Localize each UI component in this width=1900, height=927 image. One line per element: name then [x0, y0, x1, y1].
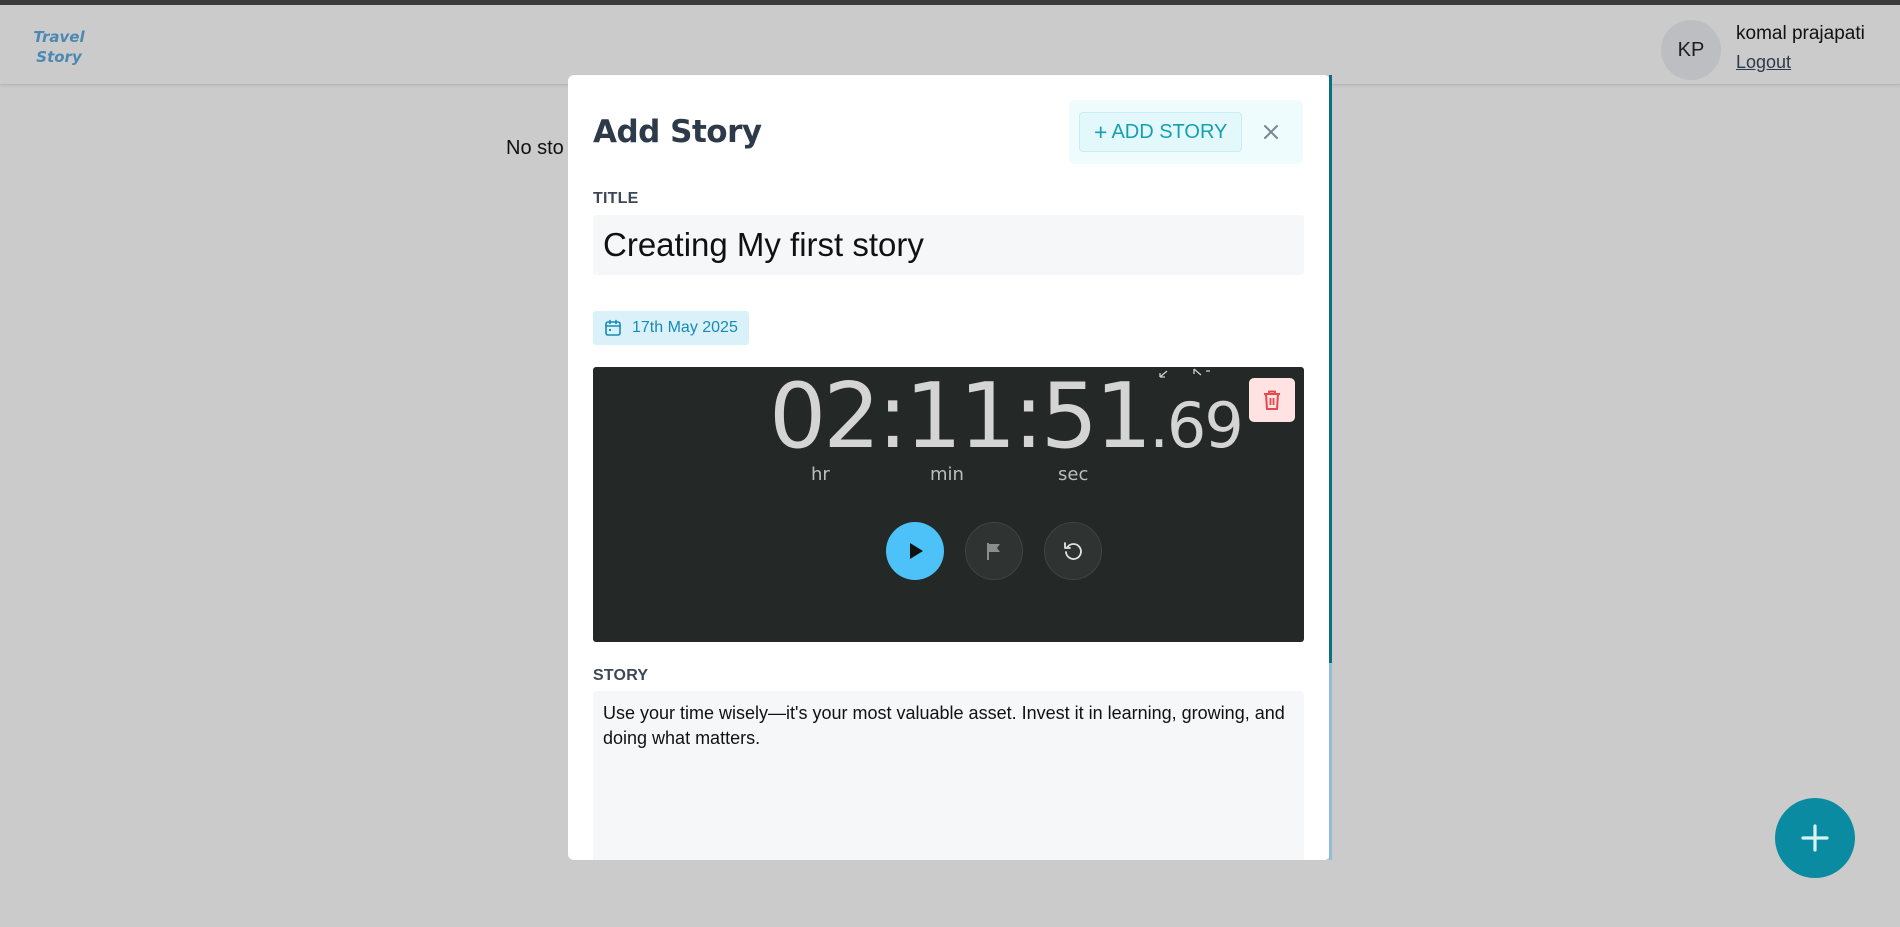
- empty-state-text: No sto: [506, 137, 564, 159]
- modal-actions: + ADD STORY: [1069, 100, 1303, 164]
- plus-icon: [1801, 824, 1829, 852]
- date-picker-button[interactable]: 17th May 2025: [593, 311, 749, 345]
- add-story-modal: Add Story + ADD STORY TITLE 17th May 202…: [568, 75, 1330, 860]
- stopwatch-fraction: .69: [1149, 389, 1244, 462]
- date-value: 17th May 2025: [632, 319, 738, 336]
- logo-line-2: Story: [36, 48, 82, 66]
- timer-label-min: min: [930, 464, 964, 485]
- timer-label-hr: hr: [811, 464, 830, 485]
- flag-icon: [987, 543, 1000, 560]
- stopwatch-time: 02:11:51: [769, 367, 1152, 469]
- expand-icon: [1159, 368, 1210, 378]
- add-story-fab[interactable]: [1775, 798, 1855, 878]
- modal-scrollbar-thumb[interactable]: [1329, 75, 1332, 663]
- story-image-preview: 02:11:51.69 hr min sec: [593, 367, 1304, 642]
- modal-scrollbar-track[interactable]: [1329, 663, 1332, 860]
- trash-icon: [1264, 390, 1280, 410]
- close-icon[interactable]: [1259, 120, 1283, 144]
- plus-icon: +: [1094, 118, 1108, 145]
- play-button[interactable]: [886, 522, 944, 580]
- user-name: komal prajapati: [1736, 23, 1865, 44]
- app-logo[interactable]: Travel Story: [24, 27, 94, 67]
- avatar[interactable]: KP: [1661, 20, 1721, 80]
- reset-button[interactable]: [1044, 522, 1102, 580]
- play-icon: [910, 543, 923, 559]
- navbar: Travel Story KP komal prajapati Logout: [0, 5, 1900, 85]
- delete-image-button[interactable]: [1249, 378, 1295, 422]
- title-input[interactable]: [593, 215, 1304, 275]
- logout-link[interactable]: Logout: [1736, 52, 1791, 73]
- add-story-button[interactable]: + ADD STORY: [1079, 112, 1243, 152]
- reset-icon: [1064, 542, 1082, 560]
- lap-button[interactable]: [965, 522, 1023, 580]
- stopwatch-display: 02:11:51.69: [769, 367, 1244, 469]
- add-story-button-label: ADD STORY: [1111, 120, 1228, 143]
- modal-title: Add Story: [593, 114, 762, 150]
- calendar-icon: [605, 319, 621, 336]
- logo-line-1: Travel: [33, 28, 85, 46]
- title-label: TITLE: [593, 190, 639, 207]
- story-textarea[interactable]: Use your time wisely—it's your most valu…: [593, 691, 1304, 860]
- timer-label-sec: sec: [1058, 464, 1089, 485]
- story-label: STORY: [593, 667, 649, 684]
